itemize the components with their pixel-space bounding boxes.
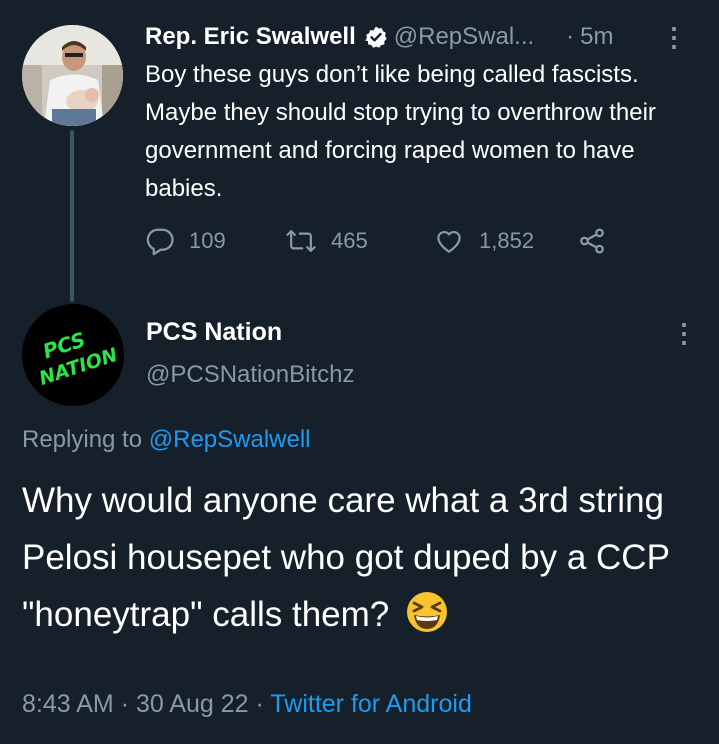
retweet-icon: [286, 230, 316, 252]
separator-dot: ·: [566, 23, 575, 50]
avatar-photo: [22, 25, 123, 126]
thread-line: [70, 130, 74, 302]
reply-icon: [146, 228, 174, 256]
tweet-metadata: 8:43 AM · 30 Aug 22 · Twitter for Androi…: [22, 690, 472, 719]
reply-more-options-icon[interactable]: ⋮: [671, 318, 697, 349]
share-button[interactable]: [577, 226, 621, 256]
meta-separator: ·: [255, 690, 264, 718]
replying-to-link[interactable]: @RepSwalwell: [149, 426, 311, 453]
reply-author-handle[interactable]: @PCSNationBitchz: [146, 361, 354, 389]
author-name[interactable]: Rep. Eric Swalwell: [145, 23, 356, 51]
reply-count: 109: [189, 228, 226, 253]
tweet-source-link[interactable]: Twitter for Android: [270, 690, 471, 718]
replying-to-line: Replying to @RepSwalwell: [22, 426, 311, 454]
meta-separator: ·: [120, 690, 130, 718]
replying-label: Replying to: [22, 426, 143, 453]
more-options-icon[interactable]: ⋮: [661, 22, 687, 53]
retweet-count: 465: [331, 228, 368, 253]
retweet-button[interactable]: 465: [285, 226, 368, 256]
original-tweet[interactable]: Rep. Eric Swalwell @RepSwal... · 5m ⋮ Bo…: [145, 18, 705, 208]
tweet-header: Rep. Eric Swalwell @RepSwal... · 5m ⋮: [145, 18, 705, 56]
reply-text: Why would anyone care what a 3rd string …: [22, 481, 670, 634]
author-avatar[interactable]: [22, 25, 123, 126]
tweet-text: Boy these guys don’t like being called f…: [145, 61, 656, 202]
pcs-nation-logo: PCS NATION: [22, 304, 124, 406]
like-count: 1,852: [479, 228, 535, 253]
share-icon: [580, 228, 604, 254]
tweet-actions: 109 465 1,852: [145, 226, 625, 262]
tweet-timestamp[interactable]: 8:43 AM: [22, 690, 114, 718]
tweet-time[interactable]: 5m: [580, 23, 613, 51]
like-button[interactable]: 1,852: [433, 226, 534, 256]
tweet-date[interactable]: 30 Aug 22: [136, 690, 249, 718]
grinning-squinting-face-icon: [405, 590, 449, 634]
reply-author-name[interactable]: PCS Nation: [146, 318, 282, 347]
reply-tweet-text: Why would anyone care what a 3rd string …: [22, 472, 702, 643]
author-handle[interactable]: @RepSwal...: [394, 23, 534, 51]
verified-badge-icon: [364, 25, 388, 49]
reply-button[interactable]: 109: [145, 226, 226, 256]
reply-author-avatar[interactable]: PCS NATION: [22, 304, 124, 406]
heart-icon: [437, 230, 461, 253]
